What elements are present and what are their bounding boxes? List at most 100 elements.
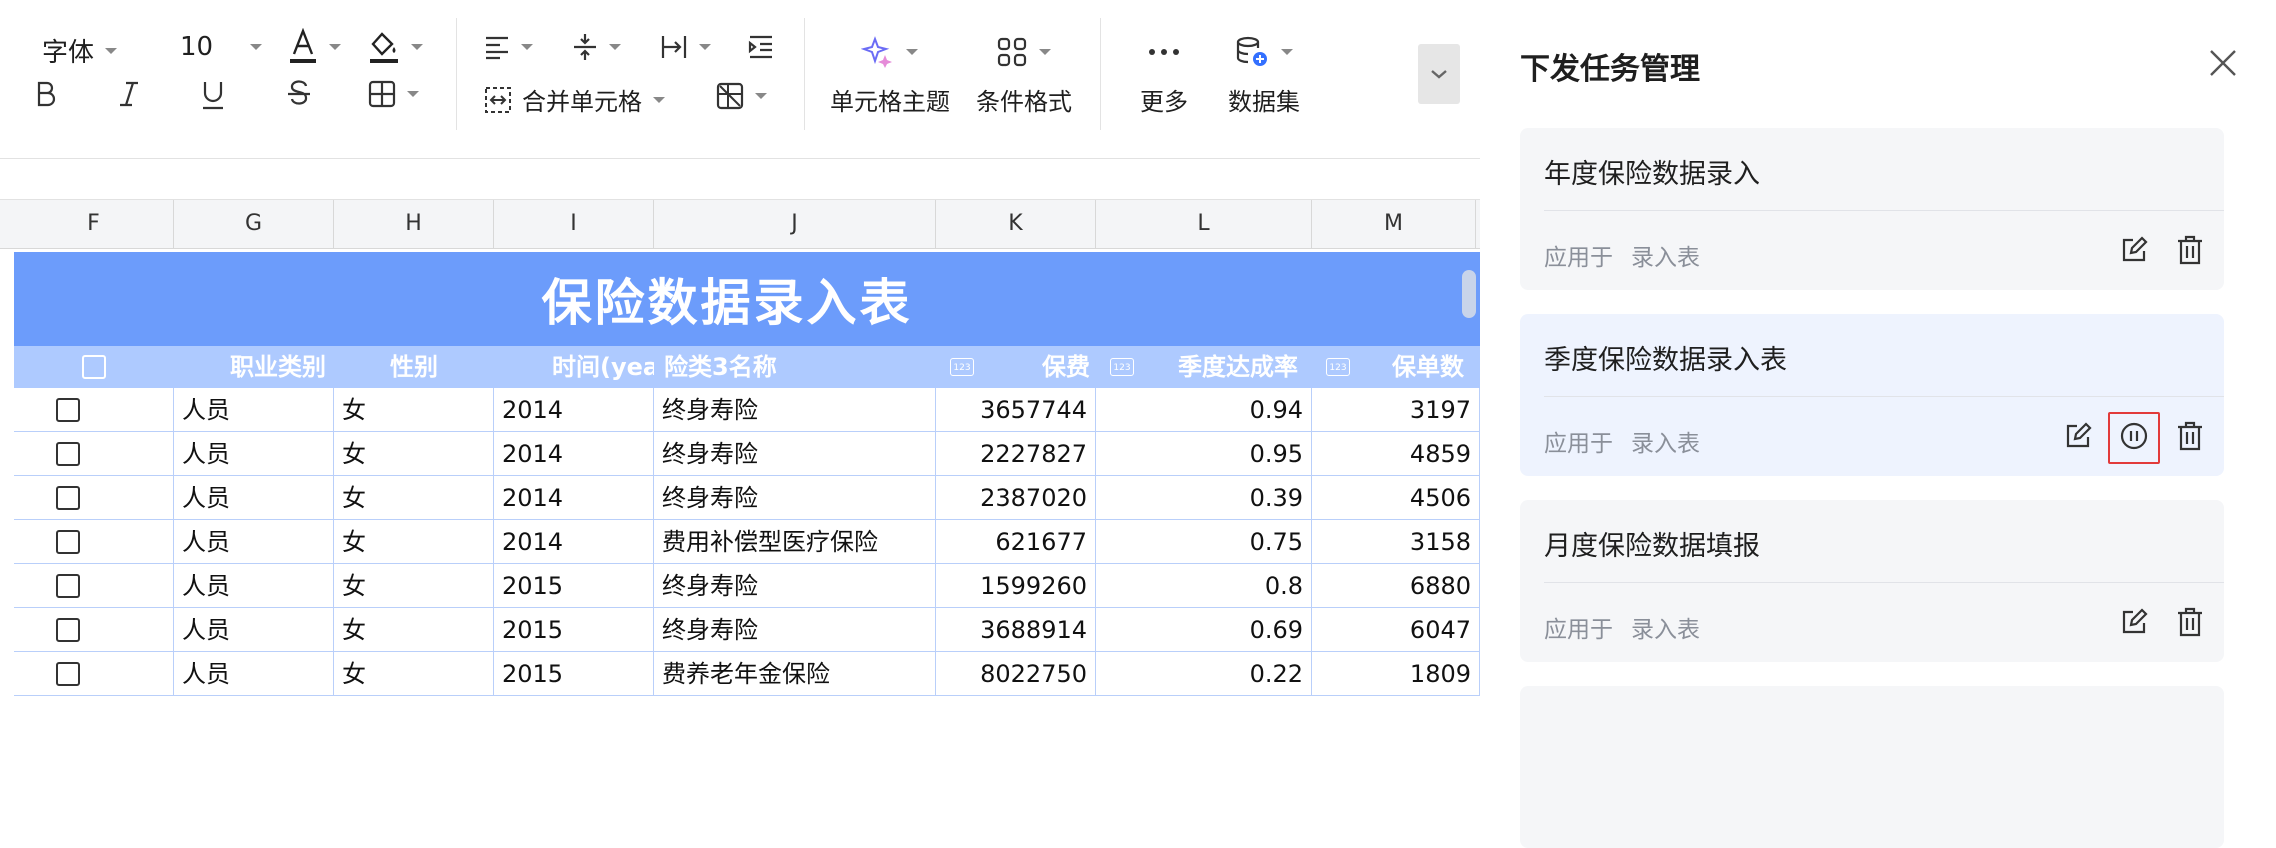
text-wrap-button[interactable]	[660, 34, 712, 60]
pause-button[interactable]	[2116, 418, 2152, 454]
cell-occupation[interactable]: 人员	[174, 520, 334, 564]
cell-occupation[interactable]: 人员	[174, 608, 334, 652]
font-family-select[interactable]: 字体	[42, 32, 118, 69]
dataset-button[interactable]: 数据集	[1228, 30, 1300, 117]
edit-button[interactable]	[2116, 604, 2152, 640]
bold-button[interactable]	[34, 80, 58, 108]
indent-button[interactable]	[748, 34, 774, 60]
row-checkbox[interactable]	[56, 530, 80, 554]
cell-gender[interactable]: 女	[334, 608, 494, 652]
cell-premium[interactable]: 3688914	[936, 608, 1096, 652]
cell-policy-count[interactable]: 1809	[1312, 652, 1480, 696]
close-button[interactable]	[2206, 46, 2240, 80]
underline-button[interactable]	[200, 80, 226, 110]
delete-button[interactable]	[2172, 232, 2208, 268]
cell-gender[interactable]: 女	[334, 520, 494, 564]
cell-category[interactable]: 终身寿险	[654, 388, 936, 432]
cell-premium[interactable]: 621677	[936, 520, 1096, 564]
row-checkbox[interactable]	[56, 574, 80, 598]
table-row[interactable]: 人员女 2015 终身寿险 1599260 0.8 6880	[14, 564, 1480, 608]
cell-premium[interactable]: 2387020	[936, 476, 1096, 520]
column-header[interactable]: I	[494, 200, 654, 248]
table-row[interactable]: 人员女 2014 终身寿险 2387020 0.39 4506	[14, 476, 1480, 520]
spreadsheet-grid[interactable]: 保险数据录入表 职业类别 性别 时间(yea 险类3名称 123 保费 123 …	[14, 252, 1480, 700]
row-checkbox[interactable]	[56, 486, 80, 510]
cell-occupation[interactable]: 人员	[174, 652, 334, 696]
toolbar-collapse-button[interactable]	[1418, 44, 1460, 104]
column-header[interactable]: G	[174, 200, 334, 248]
cell-policy-count[interactable]: 4859	[1312, 432, 1480, 476]
edit-button[interactable]	[2116, 232, 2152, 268]
row-checkbox[interactable]	[56, 662, 80, 686]
cell-policy-count[interactable]: 6880	[1312, 564, 1480, 608]
cell-quarter-rate[interactable]: 0.8	[1096, 564, 1312, 608]
task-card[interactable]: 季度保险数据录入表 应用于 录入表	[1520, 314, 2224, 476]
font-size-select[interactable]: 10	[180, 32, 263, 62]
cell-quarter-rate[interactable]: 0.95	[1096, 432, 1312, 476]
column-header[interactable]: M	[1312, 200, 1476, 248]
cell-year[interactable]: 2014	[494, 388, 654, 432]
row-checkbox[interactable]	[56, 398, 80, 422]
fill-color-button[interactable]	[368, 28, 424, 66]
cell-category[interactable]: 终身寿险	[654, 564, 936, 608]
cell-year[interactable]: 2015	[494, 564, 654, 608]
cell-quarter-rate[interactable]: 0.94	[1096, 388, 1312, 432]
cell-quarter-rate[interactable]: 0.69	[1096, 608, 1312, 652]
cell-occupation[interactable]: 人员	[174, 432, 334, 476]
column-header[interactable]: H	[334, 200, 494, 248]
merge-cells-button[interactable]: 合并单元格	[484, 82, 666, 117]
cell-category[interactable]: 终身寿险	[654, 608, 936, 652]
table-row[interactable]: 人员女 2014 终身寿险 2227827 0.95 4859	[14, 432, 1480, 476]
cell-premium[interactable]: 1599260	[936, 564, 1096, 608]
column-header[interactable]: L	[1096, 200, 1312, 248]
cell-category[interactable]: 费养老年金保险	[654, 652, 936, 696]
delete-button[interactable]	[2172, 418, 2208, 454]
cell-quarter-rate[interactable]: 0.22	[1096, 652, 1312, 696]
border-button[interactable]	[368, 80, 420, 108]
cell-policy-count[interactable]: 4506	[1312, 476, 1480, 520]
cell-premium[interactable]: 8022750	[936, 652, 1096, 696]
formula-bar[interactable]	[0, 158, 1480, 200]
cell-occupation[interactable]: 人员	[174, 564, 334, 608]
header-category[interactable]: 险类3名称	[664, 346, 777, 388]
cell-style-button[interactable]	[716, 82, 768, 110]
cell-quarter-rate[interactable]: 0.75	[1096, 520, 1312, 564]
cell-gender[interactable]: 女	[334, 432, 494, 476]
delete-button[interactable]	[2172, 604, 2208, 640]
cell-year[interactable]: 2014	[494, 520, 654, 564]
header-premium[interactable]: 保费	[1042, 346, 1090, 388]
header-quarter-rate[interactable]: 季度达成率	[1178, 346, 1298, 388]
font-color-button[interactable]	[288, 28, 342, 66]
cell-premium[interactable]: 3657744	[936, 388, 1096, 432]
cell-gender[interactable]: 女	[334, 476, 494, 520]
table-row[interactable]: 人员女 2015 费养老年金保险 8022750 0.22 1809	[14, 652, 1480, 696]
column-header[interactable]: K	[936, 200, 1096, 248]
vertical-align-button[interactable]	[572, 32, 622, 62]
strikethrough-button[interactable]	[286, 80, 312, 110]
column-header[interactable]: J	[654, 200, 936, 248]
cell-policy-count[interactable]: 3158	[1312, 520, 1480, 564]
edit-button[interactable]	[2060, 418, 2096, 454]
cell-gender[interactable]: 女	[334, 388, 494, 432]
header-occupation[interactable]: 职业类别	[230, 346, 326, 388]
cell-gender[interactable]: 女	[334, 564, 494, 608]
cell-policy-count[interactable]: 6047	[1312, 608, 1480, 652]
task-card[interactable]	[1520, 686, 2224, 848]
conditional-format-button[interactable]: 条件格式	[976, 30, 1072, 117]
cell-premium[interactable]: 2227827	[936, 432, 1096, 476]
cell-policy-count[interactable]: 3197	[1312, 388, 1480, 432]
vertical-scrollbar[interactable]	[1462, 270, 1476, 318]
horizontal-align-button[interactable]	[484, 34, 534, 60]
header-time[interactable]: 时间(yea	[552, 346, 654, 388]
cell-quarter-rate[interactable]: 0.39	[1096, 476, 1312, 520]
table-row[interactable]: 人员女 2015 终身寿险 3688914 0.69 6047	[14, 608, 1480, 652]
select-all-checkbox[interactable]	[82, 355, 106, 379]
header-policy-count[interactable]: 保单数	[1392, 346, 1464, 388]
cell-gender[interactable]: 女	[334, 652, 494, 696]
column-header[interactable]: F	[14, 200, 174, 248]
more-button[interactable]: 更多	[1140, 30, 1188, 117]
header-gender[interactable]: 性别	[390, 346, 438, 388]
cell-category[interactable]: 费用补偿型医疗保险	[654, 520, 936, 564]
italic-button[interactable]	[118, 80, 140, 108]
cell-category[interactable]: 终身寿险	[654, 432, 936, 476]
